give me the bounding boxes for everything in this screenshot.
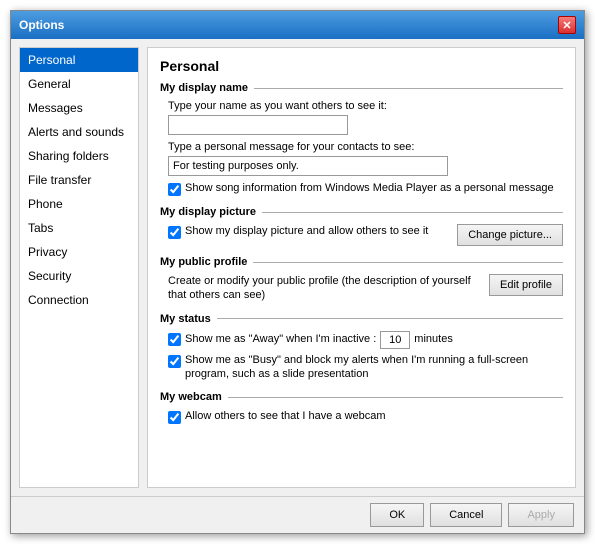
sidebar-item-alerts-and-sounds[interactable]: Alerts and sounds: [20, 120, 138, 144]
display-name-section: My display name Type your name as you wa…: [160, 82, 563, 196]
sidebar-item-connection[interactable]: Connection: [20, 288, 138, 312]
sidebar-item-personal[interactable]: Personal: [20, 48, 138, 72]
display-name-label1: Type your name as you want others to see…: [168, 100, 563, 112]
main-panel: Personal My display name Type your name …: [147, 47, 576, 488]
display-name-header: My display name: [160, 82, 563, 94]
public-profile-section: My public profile Create or modify your …: [160, 256, 563, 303]
show-busy-checkbox[interactable]: [168, 355, 181, 368]
show-song-label: Show song information from Windows Media…: [185, 181, 554, 195]
apply-button[interactable]: Apply: [508, 503, 574, 527]
window-title: Options: [19, 18, 64, 32]
page-title: Personal: [160, 58, 563, 74]
status-header: My status: [160, 313, 563, 325]
personal-message-input[interactable]: [168, 156, 448, 176]
title-bar: Options ✕: [11, 11, 584, 39]
display-picture-header: My display picture: [160, 206, 563, 218]
close-button[interactable]: ✕: [558, 16, 576, 34]
show-song-checkbox[interactable]: [168, 183, 181, 196]
display-name-input[interactable]: [168, 115, 348, 135]
content-area: PersonalGeneralMessagesAlerts and sounds…: [11, 39, 584, 496]
inactive-minutes-input[interactable]: [380, 331, 410, 349]
show-busy-label: Show me as "Busy" and block my alerts wh…: [185, 353, 563, 382]
show-picture-checkbox[interactable]: [168, 226, 181, 239]
webcam-section: My webcam Allow others to see that I hav…: [160, 391, 563, 424]
status-section: My status Show me as "Away" when I'm ina…: [160, 313, 563, 382]
public-profile-header: My public profile: [160, 256, 563, 268]
sidebar-item-file-transfer[interactable]: File transfer: [20, 168, 138, 192]
sidebar-item-general[interactable]: General: [20, 72, 138, 96]
ok-button[interactable]: OK: [370, 503, 424, 527]
show-picture-label: Show my display picture and allow others…: [185, 224, 428, 238]
public-profile-description: Create or modify your public profile (th…: [168, 274, 481, 303]
edit-profile-button[interactable]: Edit profile: [489, 274, 563, 296]
cancel-button[interactable]: Cancel: [430, 503, 502, 527]
sidebar: PersonalGeneralMessagesAlerts and sounds…: [19, 47, 139, 488]
webcam-header: My webcam: [160, 391, 563, 403]
show-webcam-checkbox[interactable]: [168, 411, 181, 424]
show-webcam-label: Allow others to see that I have a webcam: [185, 409, 386, 423]
display-picture-section: My display picture Show my display pictu…: [160, 206, 563, 246]
personal-message-label: Type a personal message for your contact…: [168, 141, 563, 153]
sidebar-item-phone[interactable]: Phone: [20, 192, 138, 216]
show-away-label: Show me as "Away" when I'm inactive :: [185, 332, 376, 346]
sidebar-item-tabs[interactable]: Tabs: [20, 216, 138, 240]
options-window: Options ✕ PersonalGeneralMessagesAlerts …: [10, 10, 585, 534]
sidebar-item-sharing-folders[interactable]: Sharing folders: [20, 144, 138, 168]
sidebar-item-messages[interactable]: Messages: [20, 96, 138, 120]
change-picture-button[interactable]: Change picture...: [457, 224, 563, 246]
footer: OK Cancel Apply: [11, 496, 584, 533]
sidebar-item-privacy[interactable]: Privacy: [20, 240, 138, 264]
show-away-checkbox[interactable]: [168, 333, 181, 346]
minutes-label: minutes: [414, 332, 453, 346]
sidebar-item-security[interactable]: Security: [20, 264, 138, 288]
